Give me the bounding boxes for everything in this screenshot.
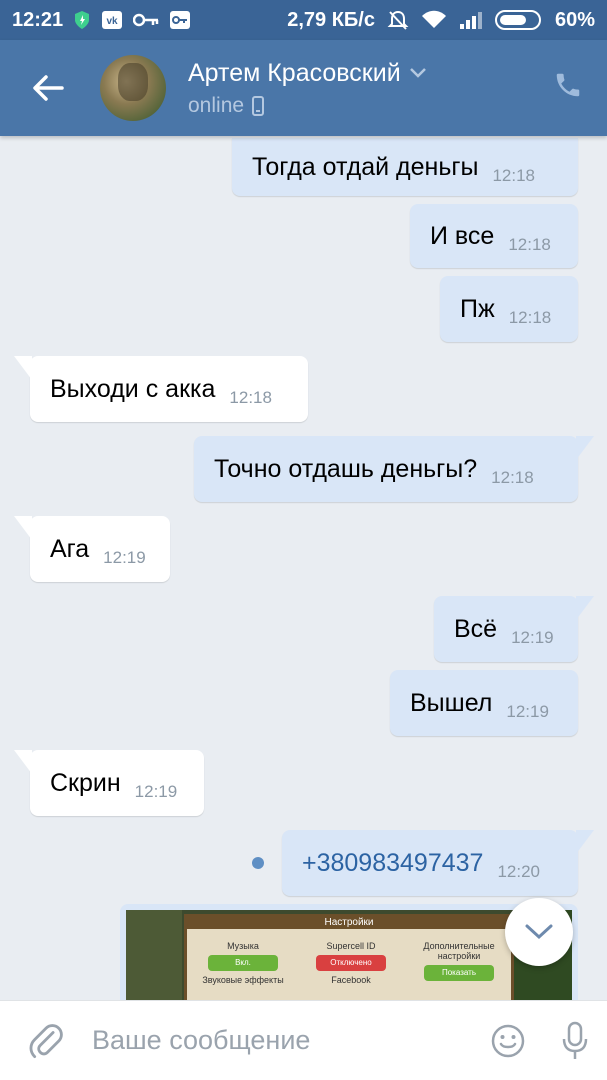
chevron-down-icon xyxy=(525,924,553,940)
key-icon xyxy=(133,13,159,27)
signal-icon xyxy=(459,10,483,30)
game-setting-label: Музыка xyxy=(227,941,259,951)
game-setting-button: Показать xyxy=(424,965,494,981)
message-time: 12:18 xyxy=(492,166,535,185)
battery-icon xyxy=(494,9,543,31)
arrow-left-icon xyxy=(33,75,64,101)
message-outgoing[interactable]: Тогда отдай деньгы 12:18 xyxy=(232,138,578,196)
game-setting-label: Supercell ID xyxy=(326,941,376,951)
message-time: 12:19 xyxy=(103,548,146,567)
message-time: 12:20 xyxy=(497,862,540,881)
attach-button[interactable] xyxy=(0,1021,92,1061)
message-outgoing[interactable]: Пж 12:18 xyxy=(440,276,578,342)
wifi-icon xyxy=(421,10,447,30)
message-text: Тогда отдай деньгы xyxy=(252,152,479,181)
emoji-button[interactable] xyxy=(473,1023,543,1059)
bubble-tail xyxy=(14,516,32,540)
game-setting-button: Отключено xyxy=(316,955,386,971)
back-button[interactable] xyxy=(0,40,96,136)
message-incoming[interactable]: Ага 12:19 xyxy=(14,516,170,582)
game-setting-label: Facebook xyxy=(331,975,371,985)
mute-bell-icon xyxy=(387,9,409,31)
battery-percent: 60% xyxy=(554,8,595,31)
message-text: Вышел xyxy=(410,688,493,717)
chevron-down-icon xyxy=(409,68,426,78)
bubble-tail xyxy=(14,750,32,774)
game-setting-supercell: Supercell ID Отключено Facebook xyxy=(301,941,401,985)
avatar[interactable] xyxy=(100,55,166,121)
message-time: 12:18 xyxy=(508,308,552,327)
message-text: Точно отдашь деньгы? xyxy=(214,454,478,483)
message-list[interactable]: Тогда отдай деньгы 12:18 И все 12:18 Пж … xyxy=(0,136,607,1000)
message-outgoing[interactable]: Всё 12:19 xyxy=(434,596,594,662)
game-sidebar xyxy=(126,910,182,1000)
message-text: Выходи с акка xyxy=(50,374,216,403)
game-setting-label: Звуковые эффекты xyxy=(202,975,284,985)
message-composer: Ваше сообщение xyxy=(0,1000,607,1080)
message-outgoing[interactable]: Вышел 12:19 xyxy=(390,670,578,736)
game-setting-music: Музыка Вкл. Звуковые эффекты xyxy=(193,941,293,985)
message-time: 12:18 xyxy=(508,235,551,254)
game-settings-panel: Настройки Музыка Вкл. Звуковые эффекты S… xyxy=(184,914,514,1000)
paperclip-icon xyxy=(29,1023,63,1058)
bubble-tail xyxy=(14,356,32,380)
network-speed: 2,79 КБ/с xyxy=(287,8,375,31)
game-panel-title: Настройки xyxy=(187,917,511,929)
message-outgoing[interactable]: Точно отдашь деньгы? 12:18 xyxy=(194,436,594,502)
svg-text:vk: vk xyxy=(107,16,119,27)
message-time: 12:18 xyxy=(229,388,272,407)
game-setting-label: Дополнительные настройки xyxy=(423,941,495,961)
vpn-key-icon xyxy=(169,10,191,30)
status-time: 12:21 xyxy=(12,8,64,31)
voice-record-button[interactable] xyxy=(543,1021,607,1061)
call-button[interactable] xyxy=(553,70,583,105)
message-text: Всё xyxy=(454,614,498,643)
message-text: Пж xyxy=(460,294,495,323)
chat-header: Артем Красовский online xyxy=(0,40,607,136)
bubble-tail xyxy=(576,830,594,854)
message-outgoing[interactable]: +380983497437 12:20 xyxy=(282,830,594,896)
unread-indicator xyxy=(252,857,264,869)
message-text: Скрин xyxy=(50,768,121,797)
message-time: 12:19 xyxy=(134,782,178,801)
vk-notification-icon: vk xyxy=(101,10,123,30)
bubble-tail xyxy=(576,436,594,460)
message-input[interactable]: Ваше сообщение xyxy=(92,1025,473,1056)
phone-number-link[interactable]: +380983497437 xyxy=(302,849,483,878)
phone-icon xyxy=(556,73,580,97)
status-bar: 12:21 vk 2,79 КБ/с 60% xyxy=(0,0,607,40)
message-text: И все xyxy=(430,221,495,250)
message-text: Ага xyxy=(50,534,90,563)
microphone-icon xyxy=(562,1021,588,1059)
smile-icon xyxy=(491,1024,525,1057)
message-time: 12:19 xyxy=(506,702,549,721)
contact-name: Артем Красовский xyxy=(188,58,401,87)
game-setting-extra: Дополнительные настройки Показать xyxy=(409,941,509,981)
message-time: 12:19 xyxy=(511,628,554,647)
message-outgoing[interactable]: И все 12:18 xyxy=(410,204,578,268)
shield-icon xyxy=(73,10,91,30)
bubble-tail xyxy=(576,596,594,620)
contact-status: online xyxy=(188,93,245,117)
mobile-device-icon xyxy=(252,95,265,116)
message-incoming[interactable]: Выходи с акка 12:18 xyxy=(14,356,308,422)
message-incoming[interactable]: Скрин 12:19 xyxy=(14,750,204,816)
contact-info[interactable]: Артем Красовский online xyxy=(188,59,427,118)
game-setting-button: Вкл. xyxy=(208,955,278,971)
message-time: 12:18 xyxy=(491,468,534,487)
scroll-down-button[interactable] xyxy=(505,898,573,966)
